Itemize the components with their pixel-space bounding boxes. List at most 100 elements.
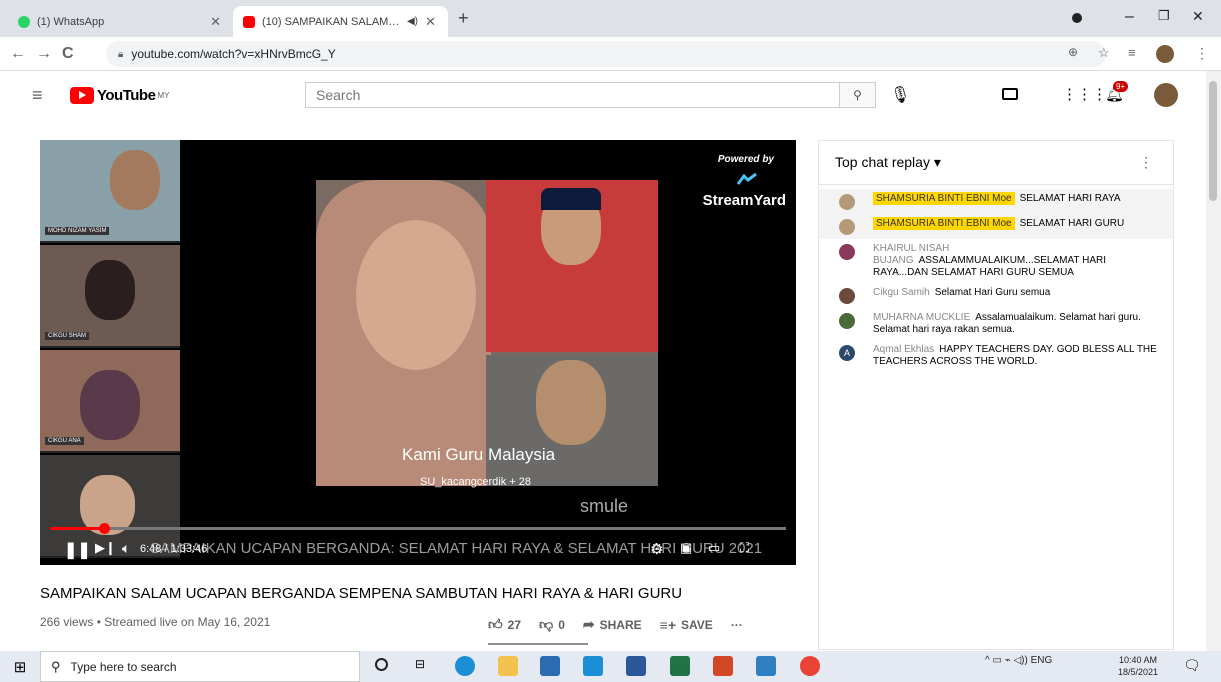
reading-list-icon[interactable]: ≡: [1128, 45, 1136, 60]
search-icon: ⚲: [51, 658, 61, 674]
create-video-icon[interactable]: [1002, 88, 1018, 100]
dislike-button[interactable]: 👎︎ 0: [539, 616, 565, 633]
chat-avatar[interactable]: [839, 244, 855, 260]
forward-icon[interactable]: →: [36, 45, 52, 63]
settings-gear-icon[interactable]: ⚙: [650, 540, 663, 558]
chat-avatar[interactable]: [839, 313, 855, 329]
scrollbar-thumb[interactable]: [1209, 81, 1217, 201]
singer-man-grey: [486, 355, 658, 486]
taskbar-search-field[interactable]: ⚲ Type here to search: [40, 651, 360, 682]
chat-author[interactable]: Aqmal Ekhlas: [873, 344, 934, 355]
store-icon[interactable]: [540, 656, 560, 676]
minimize-button[interactable]: –: [1125, 8, 1134, 26]
maximize-button[interactable]: ❐: [1158, 8, 1170, 24]
install-icon[interactable]: ⊕: [1068, 45, 1078, 59]
close-tab-icon[interactable]: ✕: [210, 14, 221, 30]
excel-icon[interactable]: [670, 656, 690, 676]
chat-header: Top chat replay ▾ ⋮: [819, 141, 1173, 185]
word-icon[interactable]: [626, 656, 646, 676]
search-icon: ⚲: [853, 88, 862, 102]
chat-mode-dropdown[interactable]: Top chat replay ▾: [835, 154, 941, 171]
video-actions: 👍︎ 27 👎︎ 0 ➦ SHARE ≡+ SAVE ···: [488, 616, 761, 633]
like-button[interactable]: 👍︎ 27: [488, 616, 521, 633]
clock[interactable]: 10:40 AM 18/5/2021: [1118, 654, 1158, 678]
theater-mode-icon[interactable]: ▭: [708, 540, 720, 556]
account-avatar[interactable]: [1154, 83, 1178, 107]
chat-author[interactable]: SHAMSURIA BINTI EBNI Moe: [873, 217, 1015, 230]
chat-author[interactable]: Cikgu Samih: [873, 287, 930, 298]
progress-fill: [50, 527, 104, 530]
clock-time: 10:40 AM: [1119, 655, 1158, 665]
more-icon: ···: [730, 617, 743, 632]
chrome-icon[interactable]: [800, 656, 820, 676]
streamyard-label: StreamYard: [702, 192, 786, 209]
time-display: 6:48 / 1:33:46: [140, 543, 208, 555]
search-input[interactable]: [305, 82, 840, 108]
thumbs-up-icon: 👍︎: [488, 616, 503, 632]
chat-avatar[interactable]: [839, 194, 855, 210]
progress-bar[interactable]: [50, 523, 786, 534]
cortana-icon[interactable]: [375, 658, 388, 671]
participant-name: CIKGU SHAM: [45, 332, 90, 340]
logo-text: YouTube: [97, 87, 156, 104]
browser-tab-strip: (1) WhatsApp ✕ (10) SAMPAIKAN SALAM UC ◀…: [0, 0, 1221, 37]
streamyard-logo-icon: [736, 172, 757, 185]
participant-tile: CIKGU ANA: [40, 350, 180, 453]
whatsapp-icon: [18, 15, 30, 28]
microphone-icon[interactable]: 🎙︎: [890, 85, 910, 105]
youtube-logo[interactable]: YouTube MY: [70, 87, 169, 104]
chat-more-icon[interactable]: ⋮: [1139, 154, 1153, 171]
save-button[interactable]: ≡+ SAVE: [660, 616, 713, 633]
outlook-icon[interactable]: [756, 656, 776, 676]
search-button[interactable]: ⚲: [840, 82, 876, 108]
powerpoint-icon[interactable]: [713, 656, 733, 676]
back-icon[interactable]: ←: [10, 45, 26, 63]
tab-whatsapp[interactable]: (1) WhatsApp ✕: [8, 6, 233, 37]
progress-scrubber[interactable]: [98, 523, 110, 534]
chat-message: MUHARNA MUCKLIE Assalamualaikum. Selamat …: [819, 308, 1173, 340]
system-tray[interactable]: ^ ▭ ⌁ ◁)) ENG: [985, 655, 1052, 666]
apps-grid-icon[interactable]: ⋮⋮⋮: [1062, 85, 1107, 103]
reload-icon[interactable]: C: [62, 45, 74, 63]
next-icon[interactable]: ▶❙: [95, 540, 116, 556]
page-scrollbar[interactable]: [1206, 71, 1221, 651]
close-tab-icon[interactable]: ✕: [425, 14, 436, 30]
video-player[interactable]: MOHD NIZAM YASIM CIKGU SHAM CIKGU ANA Po…: [40, 140, 796, 565]
chat-author[interactable]: SHAMSURIA BINTI EBNI Moe: [873, 192, 1015, 205]
more-actions-button[interactable]: ···: [731, 616, 743, 633]
chat-message: SHAMSURIA BINTI EBNI Moe SELAMAT HARI GUR…: [819, 214, 1173, 239]
address-bar-row: ← → C 🔒︎ youtube.com/watch?v=xHNrvBmcG_Y…: [0, 37, 1221, 71]
mail-icon[interactable]: [583, 656, 603, 676]
chat-avatar[interactable]: A: [839, 345, 855, 361]
windows-start-icon[interactable]: ⊞: [0, 651, 40, 682]
chat-message: KHAIRUL NISAH BUJANG ASSALAMMUALAIKUM...S…: [819, 239, 1173, 283]
chat-avatar[interactable]: [839, 219, 855, 235]
edge-icon[interactable]: [455, 656, 475, 676]
pause-icon[interactable]: ❚❚: [64, 540, 91, 560]
chat-text: SELAMAT HARI RAYA: [1019, 193, 1121, 204]
chat-author[interactable]: MUHARNA MUCKLIE: [873, 312, 970, 323]
logo-region: MY: [157, 91, 170, 100]
share-button[interactable]: ➦ SHARE: [583, 616, 642, 633]
singer-man-red: [486, 180, 658, 352]
chat-avatar[interactable]: [839, 288, 855, 304]
hamburger-menu-icon[interactable]: ≡: [32, 85, 43, 106]
new-tab-button[interactable]: +: [458, 8, 469, 29]
url-field[interactable]: 🔒︎ youtube.com/watch?v=xHNrvBmcG_Y: [106, 41, 1106, 67]
chrome-menu-icon[interactable]: ⋮: [1195, 45, 1209, 62]
bookmark-star-icon[interactable]: ☆: [1098, 45, 1110, 61]
smule-video-frame: [316, 180, 658, 486]
play-logo-icon: [70, 87, 94, 104]
miniplayer-icon[interactable]: ▣: [680, 540, 692, 556]
profile-avatar[interactable]: [1156, 45, 1174, 63]
file-explorer-icon[interactable]: [498, 656, 518, 676]
chat-message: Cikgu Samih Selamat Hari Guru semua: [819, 283, 1173, 308]
audio-playing-icon[interactable]: ◀): [407, 16, 418, 27]
tab-youtube[interactable]: (10) SAMPAIKAN SALAM UC ◀) ✕: [233, 6, 448, 37]
task-view-icon[interactable]: ⊟: [415, 657, 425, 671]
close-window-button[interactable]: ✕: [1192, 8, 1204, 25]
fullscreen-icon[interactable]: ⛶: [740, 540, 749, 556]
media-control-icon[interactable]: [1072, 13, 1082, 23]
action-center-icon[interactable]: 🗨︎: [1183, 657, 1201, 674]
volume-icon[interactable]: 🔈︎: [122, 540, 130, 557]
